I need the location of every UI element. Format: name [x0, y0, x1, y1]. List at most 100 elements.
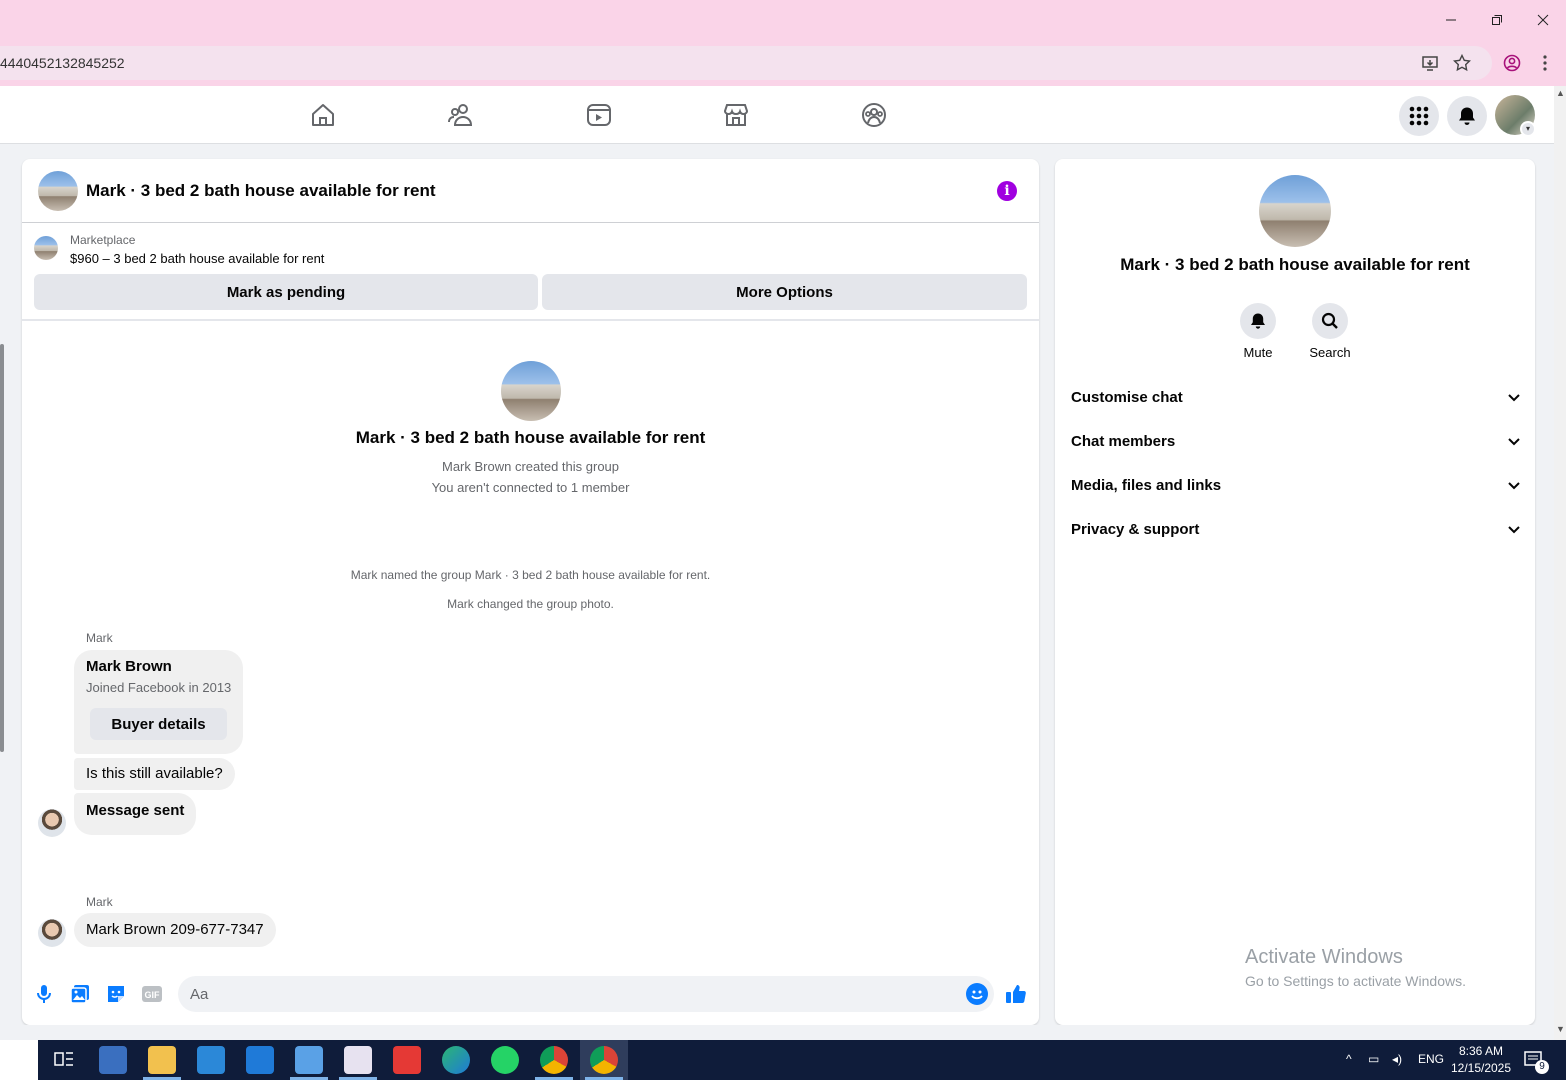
groups-icon[interactable]	[859, 100, 889, 130]
notepad-icon[interactable]	[295, 1046, 323, 1074]
task-view-icon[interactable]	[50, 1046, 78, 1074]
page-scrollbar[interactable]: ▲ ▼	[1554, 86, 1566, 1040]
address-bar-area: 4440452132845252	[0, 40, 1566, 86]
chevron-down-icon	[1508, 526, 1520, 534]
chevron-down-icon	[1508, 482, 1520, 490]
kebab-menu-icon[interactable]	[1536, 54, 1554, 72]
sender-avatar[interactable]	[38, 809, 66, 837]
watermark-title: Activate Windows	[1245, 946, 1403, 968]
horizontal-scroll-area	[0, 1025, 1554, 1040]
buyer-joined: Joined Facebook in 2013	[86, 680, 232, 695]
buyer-name: Mark Brown	[86, 658, 172, 675]
activate-windows-watermark: Activate Windows Go to Settings to activ…	[1245, 946, 1466, 989]
more-options-button[interactable]: More Options	[542, 274, 1027, 310]
gif-icon[interactable]: GIF	[141, 983, 163, 1005]
url-text[interactable]: 4440452132845252	[0, 55, 125, 71]
watermark-subtitle: Go to Settings to activate Windows.	[1245, 973, 1466, 989]
mute-button[interactable]: Mute	[1228, 303, 1288, 360]
home-icon[interactable]	[308, 100, 338, 130]
group-photo	[501, 361, 561, 421]
paint-icon[interactable]	[344, 1046, 372, 1074]
message-input[interactable]: Aa	[178, 976, 994, 1012]
chat-header: Mark · 3 bed 2 bath house available for …	[22, 159, 1039, 223]
group-avatar[interactable]	[38, 171, 78, 211]
chat-details-panel: Mark · 3 bed 2 bath house available for …	[1055, 159, 1535, 1025]
sender-avatar[interactable]	[38, 919, 66, 947]
anydesk-icon[interactable]	[393, 1046, 421, 1074]
customise-chat-section[interactable]: Customise chat	[1071, 385, 1521, 413]
url-field[interactable]: 4440452132845252	[0, 46, 1492, 80]
mute-label: Mute	[1243, 345, 1273, 360]
search-icon[interactable]	[1312, 303, 1348, 339]
divider	[22, 319, 1039, 321]
network-icon[interactable]: ▭	[1368, 1052, 1379, 1066]
privacy-support-section[interactable]: Privacy & support	[1071, 517, 1521, 545]
listing-title[interactable]: $960 – 3 bed 2 bath house available for …	[70, 251, 324, 266]
start-button[interactable]	[0, 1040, 38, 1080]
clock[interactable]: 8:36 AM 12/15/2025	[1450, 1043, 1512, 1077]
mark-as-pending-button[interactable]: Mark as pending	[34, 274, 538, 310]
microphone-icon[interactable]	[33, 983, 55, 1005]
thumbs-up-icon[interactable]	[1005, 983, 1027, 1005]
chrome-icon[interactable]	[540, 1046, 568, 1074]
bell-icon[interactable]	[1240, 303, 1276, 339]
message-bubble[interactable]: Message sent	[74, 793, 197, 835]
close-icon[interactable]	[1531, 8, 1555, 32]
chat-title[interactable]: Mark · 3 bed 2 bath house available for …	[86, 181, 436, 201]
sticker-icon[interactable]	[105, 983, 127, 1005]
intro-connection: You aren't connected to 1 member	[431, 480, 630, 495]
menu-grid-icon[interactable]	[1399, 96, 1439, 136]
chevron-down-icon[interactable]: ▾	[1520, 121, 1536, 137]
svg-text:GIF: GIF	[145, 990, 161, 1000]
info-icon[interactable]: i	[997, 181, 1017, 201]
message-placeholder: Aa	[190, 986, 209, 1003]
profile-icon[interactable]	[1503, 54, 1521, 72]
media-files-links-section[interactable]: Media, files and links	[1071, 473, 1521, 501]
buyer-details-button[interactable]: Buyer details	[90, 708, 227, 740]
sender-name: Mark	[86, 895, 113, 909]
windows-taskbar: ^ ▭ ◂) ENG 8:36 AM 12/15/2025 9	[0, 1040, 1566, 1080]
search-label: Search	[1309, 345, 1351, 360]
system-message: Mark named the group Mark · 3 bed 2 bath…	[350, 568, 711, 582]
star-icon[interactable]	[1452, 53, 1472, 72]
listing-thumbnail[interactable]	[34, 236, 58, 260]
whatsapp-icon[interactable]	[491, 1046, 519, 1074]
notification-count: 9	[1535, 1060, 1549, 1074]
message-bubble[interactable]: Mark Brown 209-677-7347	[74, 913, 276, 947]
friends-icon[interactable]	[446, 100, 476, 130]
time: 8:36 AM	[1458, 1044, 1504, 1058]
chat-members-section[interactable]: Chat members	[1071, 429, 1521, 457]
chevron-up-icon[interactable]: ^	[1346, 1052, 1352, 1066]
chat-window: Mark · 3 bed 2 bath house available for …	[22, 159, 1039, 1025]
system-message: Mark changed the group photo.	[447, 597, 614, 611]
search-button[interactable]: Search	[1300, 303, 1360, 360]
install-app-icon[interactable]	[1421, 54, 1439, 72]
minimize-icon[interactable]	[1439, 8, 1463, 32]
left-scroll-strip	[0, 144, 8, 1040]
section-label: Chat members	[1071, 433, 1176, 450]
sender-name: Mark	[86, 631, 113, 645]
emoji-icon[interactable]	[966, 983, 988, 1005]
volume-icon[interactable]: ◂)	[1392, 1052, 1402, 1066]
left-scroll-thumb[interactable]	[0, 344, 4, 752]
marketplace-icon[interactable]	[721, 100, 751, 130]
language-indicator[interactable]: ENG	[1418, 1052, 1444, 1066]
file-explorer-icon[interactable]	[148, 1046, 176, 1074]
store-icon[interactable]	[197, 1046, 225, 1074]
edge-icon[interactable]	[442, 1046, 470, 1074]
mail-icon[interactable]	[246, 1046, 274, 1074]
section-label: Customise chat	[1071, 389, 1183, 406]
section-label: Privacy & support	[1071, 521, 1200, 538]
browser-title-bar	[0, 0, 1566, 40]
video-icon[interactable]	[584, 100, 614, 130]
group-photo-large[interactable]	[1259, 175, 1331, 247]
restore-icon[interactable]	[1485, 8, 1509, 32]
pc-app-icon[interactable]	[99, 1046, 127, 1074]
gallery-icon[interactable]	[69, 983, 91, 1005]
intro-title: Mark · 3 bed 2 bath house available for …	[355, 428, 706, 447]
buyer-card-bubble: Mark Brown Joined Facebook in 2013 Buyer…	[74, 650, 243, 754]
bell-icon[interactable]	[1447, 96, 1487, 136]
marketplace-label: Marketplace	[70, 233, 136, 247]
message-bubble[interactable]: Is this still available?	[74, 758, 235, 790]
chrome-profile-icon[interactable]	[590, 1046, 618, 1074]
